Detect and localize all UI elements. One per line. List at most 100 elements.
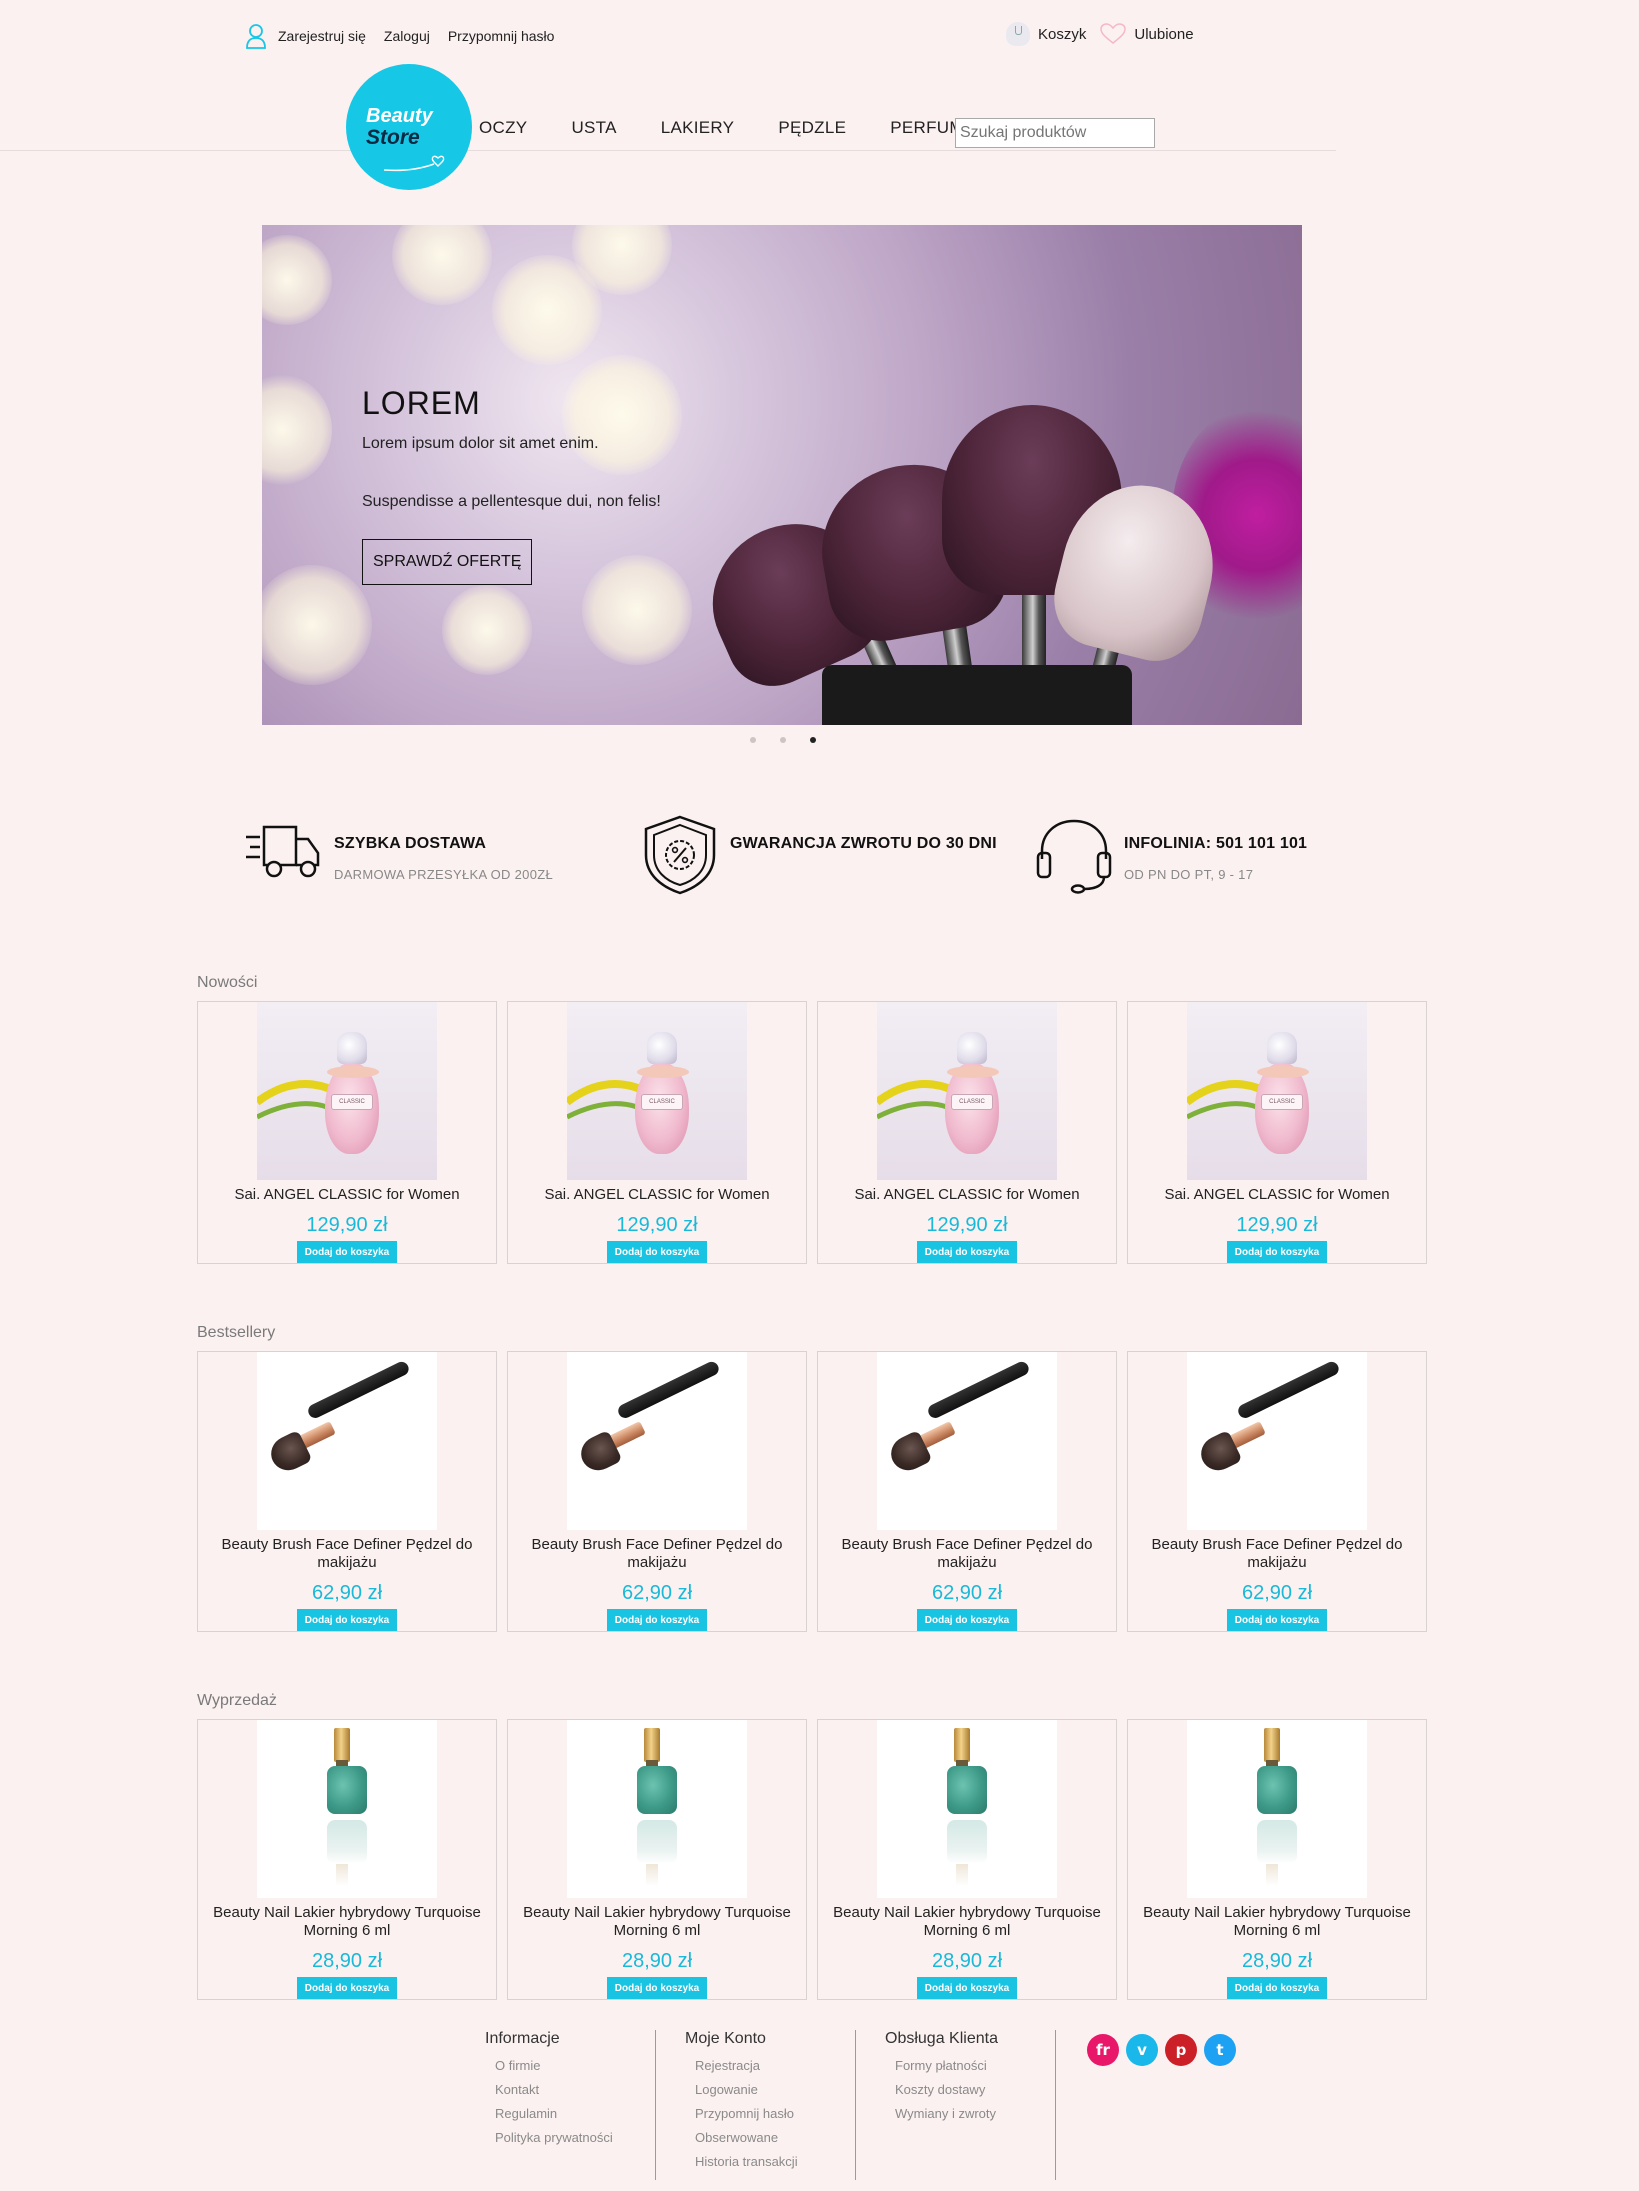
foursquare-icon[interactable]: fr bbox=[1087, 2034, 1119, 2066]
product-name[interactable]: Beauty Nail Lakier hybrydowy Turquoise M… bbox=[198, 1904, 496, 1940]
product-image[interactable] bbox=[1187, 1720, 1367, 1898]
product-card[interactable]: CLASSIC Sai. ANGEL CLASSIC for Women 129… bbox=[507, 1001, 807, 1264]
polish-cap bbox=[1264, 1728, 1280, 1762]
product-name[interactable]: Sai. ANGEL CLASSIC for Women bbox=[1156, 1186, 1397, 1204]
product-name[interactable]: Beauty Brush Face Definer Pędzel do maki… bbox=[1128, 1536, 1426, 1572]
add-to-cart-button[interactable]: Dodaj do koszyka bbox=[607, 1241, 707, 1263]
add-to-cart-button[interactable]: Dodaj do koszyka bbox=[1227, 1977, 1327, 1999]
add-to-cart-button[interactable]: Dodaj do koszyka bbox=[297, 1241, 397, 1263]
pinterest-icon[interactable]: p bbox=[1165, 2034, 1197, 2066]
logo[interactable]: Beauty Store bbox=[346, 64, 472, 190]
hero-title: LOREM bbox=[362, 385, 481, 421]
vimeo-icon[interactable]: v bbox=[1126, 2034, 1158, 2066]
perfume-bow bbox=[327, 1066, 379, 1078]
add-to-cart-button[interactable]: Dodaj do koszyka bbox=[297, 1977, 397, 1999]
product-card[interactable]: Beauty Brush Face Definer Pędzel do maki… bbox=[817, 1351, 1117, 1632]
product-card[interactable]: Beauty Nail Lakier hybrydowy Turquoise M… bbox=[817, 1719, 1117, 2000]
hero-bokeh bbox=[442, 585, 532, 675]
nav-oczy[interactable]: OCZY bbox=[479, 118, 527, 138]
product-name[interactable]: Beauty Brush Face Definer Pędzel do maki… bbox=[198, 1536, 496, 1572]
main-nav: OCZY USTA LAKIERY PĘDZLE PERFUMY bbox=[479, 118, 1019, 138]
nav-pedzle[interactable]: PĘDZLE bbox=[778, 118, 846, 138]
product-image[interactable] bbox=[567, 1352, 747, 1530]
footer-link[interactable]: Rejestracja bbox=[695, 2058, 798, 2074]
nav-usta[interactable]: USTA bbox=[571, 118, 616, 138]
product-image[interactable] bbox=[257, 1720, 437, 1898]
footer-link[interactable]: Obserwowane bbox=[695, 2130, 798, 2146]
add-to-cart-button[interactable]: Dodaj do koszyka bbox=[917, 1609, 1017, 1631]
product-card[interactable]: Beauty Brush Face Definer Pędzel do maki… bbox=[507, 1351, 807, 1632]
footer-link[interactable]: O firmie bbox=[495, 2058, 613, 2074]
footer-link[interactable]: Kontakt bbox=[495, 2082, 613, 2098]
twitter-icon[interactable]: t bbox=[1204, 2034, 1236, 2066]
add-to-cart-button[interactable]: Dodaj do koszyka bbox=[1227, 1241, 1327, 1263]
footer-link[interactable]: Wymiany i zwroty bbox=[895, 2106, 998, 2122]
footer-link[interactable]: Koszty dostawy bbox=[895, 2082, 998, 2098]
add-to-cart-button[interactable]: Dodaj do koszyka bbox=[607, 1977, 707, 1999]
product-card[interactable]: Beauty Brush Face Definer Pędzel do maki… bbox=[1127, 1351, 1427, 1632]
product-image[interactable] bbox=[877, 1352, 1057, 1530]
perfume-bow bbox=[637, 1066, 689, 1078]
product-card[interactable]: Beauty Nail Lakier hybrydowy Turquoise M… bbox=[507, 1719, 807, 2000]
product-image[interactable]: CLASSIC bbox=[567, 1002, 747, 1180]
product-image[interactable]: CLASSIC bbox=[877, 1002, 1057, 1180]
footer-link[interactable]: Przypomnij hasło bbox=[695, 2106, 798, 2122]
product-card[interactable]: CLASSIC Sai. ANGEL CLASSIC for Women 129… bbox=[197, 1001, 497, 1264]
add-to-cart-button[interactable]: Dodaj do koszyka bbox=[1227, 1609, 1327, 1631]
register-link[interactable]: Zarejestruj się bbox=[278, 28, 366, 44]
product-image[interactable] bbox=[567, 1720, 747, 1898]
product-name[interactable]: Beauty Brush Face Definer Pędzel do maki… bbox=[508, 1536, 806, 1572]
nav-lakiery[interactable]: LAKIERY bbox=[661, 118, 735, 138]
footer-link[interactable]: Polityka prywatności bbox=[495, 2130, 613, 2146]
hero-cta-button[interactable]: SPRAWDŹ OFERTĘ bbox=[362, 539, 533, 585]
product-name[interactable]: Beauty Nail Lakier hybrydowy Turquoise M… bbox=[1128, 1904, 1426, 1940]
polish-cap-reflection bbox=[1266, 1864, 1278, 1886]
search-input[interactable] bbox=[955, 118, 1155, 148]
login-link[interactable]: Zaloguj bbox=[384, 28, 430, 44]
hero-slider[interactable]: LOREM Lorem ipsum dolor sit amet enim. S… bbox=[262, 225, 1302, 725]
slider-dot-1[interactable] bbox=[750, 737, 756, 743]
footer-link[interactable]: Formy płatności bbox=[895, 2058, 998, 2074]
polish-bottle bbox=[947, 1766, 987, 1814]
perfume-label: CLASSIC bbox=[1261, 1094, 1303, 1110]
add-to-cart-button[interactable]: Dodaj do koszyka bbox=[917, 1241, 1017, 1263]
perfume-cap bbox=[647, 1032, 677, 1064]
footer-link[interactable]: Regulamin bbox=[495, 2106, 613, 2122]
product-name[interactable]: Sai. ANGEL CLASSIC for Women bbox=[226, 1186, 467, 1204]
footer-link[interactable]: Historia transakcji bbox=[695, 2154, 798, 2170]
cart-icon[interactable] bbox=[1006, 22, 1030, 46]
reset-password-link[interactable]: Przypomnij hasło bbox=[448, 28, 555, 44]
footer-column-info: Informacje O firmie Kontakt Regulamin Po… bbox=[485, 2030, 613, 2154]
footer-divider bbox=[1055, 2030, 1056, 2180]
product-image[interactable]: CLASSIC bbox=[257, 1002, 437, 1180]
cart-link[interactable]: Koszyk bbox=[1038, 26, 1086, 43]
add-to-cart-button[interactable]: Dodaj do koszyka bbox=[607, 1609, 707, 1631]
polish-cap-reflection bbox=[336, 1864, 348, 1886]
slider-dot-3[interactable] bbox=[810, 737, 816, 743]
footer-link[interactable]: Logowanie bbox=[695, 2082, 798, 2098]
slider-dot-2[interactable] bbox=[780, 737, 786, 743]
product-card[interactable]: CLASSIC Sai. ANGEL CLASSIC for Women 129… bbox=[817, 1001, 1117, 1264]
product-card[interactable]: CLASSIC Sai. ANGEL CLASSIC for Women 129… bbox=[1127, 1001, 1427, 1264]
product-name[interactable]: Beauty Nail Lakier hybrydowy Turquoise M… bbox=[818, 1904, 1116, 1940]
favorites-link[interactable]: Ulubione bbox=[1134, 26, 1193, 43]
product-name[interactable]: Sai. ANGEL CLASSIC for Women bbox=[846, 1186, 1087, 1204]
product-grid-new: CLASSIC Sai. ANGEL CLASSIC for Women 129… bbox=[197, 1001, 1427, 1264]
polish-reflection bbox=[947, 1820, 987, 1864]
product-image[interactable] bbox=[257, 1352, 437, 1530]
product-name[interactable]: Sai. ANGEL CLASSIC for Women bbox=[536, 1186, 777, 1204]
add-to-cart-button[interactable]: Dodaj do koszyka bbox=[917, 1977, 1017, 1999]
heart-icon[interactable] bbox=[1100, 23, 1127, 45]
product-card[interactable]: Beauty Brush Face Definer Pędzel do maki… bbox=[197, 1351, 497, 1632]
product-card[interactable]: Beauty Nail Lakier hybrydowy Turquoise M… bbox=[197, 1719, 497, 2000]
product-image[interactable] bbox=[1187, 1352, 1367, 1530]
product-name[interactable]: Beauty Nail Lakier hybrydowy Turquoise M… bbox=[508, 1904, 806, 1940]
perfume-label: CLASSIC bbox=[951, 1094, 993, 1110]
product-card[interactable]: Beauty Nail Lakier hybrydowy Turquoise M… bbox=[1127, 1719, 1427, 2000]
feature-subtitle: DARMOWA PRZESYŁKA OD 200ZŁ bbox=[334, 867, 553, 882]
product-name[interactable]: Beauty Brush Face Definer Pędzel do maki… bbox=[818, 1536, 1116, 1572]
product-image[interactable] bbox=[877, 1720, 1057, 1898]
hero-bokeh bbox=[262, 235, 332, 325]
product-image[interactable]: CLASSIC bbox=[1187, 1002, 1367, 1180]
add-to-cart-button[interactable]: Dodaj do koszyka bbox=[297, 1609, 397, 1631]
